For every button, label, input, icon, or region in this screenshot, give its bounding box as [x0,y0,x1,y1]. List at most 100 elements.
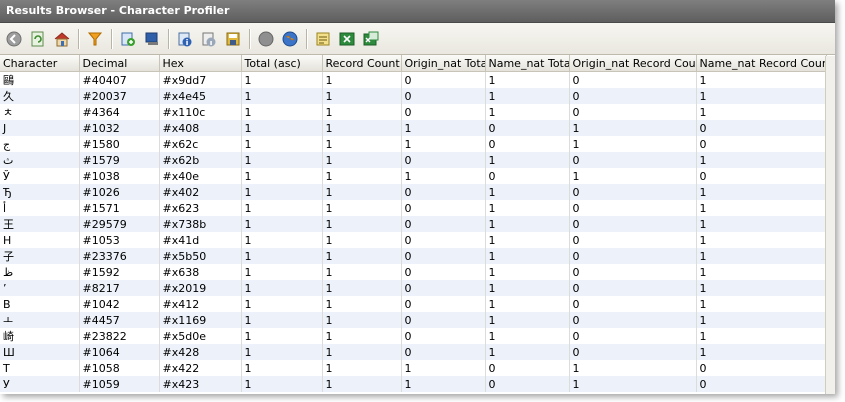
character-cell: Ђ [0,184,80,200]
origin-nat-total-cell: 1 [401,136,486,152]
origin-nat-total-cell: 0 [401,232,486,248]
vertical-scrollbar[interactable] [825,56,835,394]
character-cell: أ [0,200,80,216]
table-row[interactable]: Т #1058 #x422 1 1 1 0 1 0 [0,360,827,376]
notes-icon[interactable] [313,29,333,49]
name-nat-total-cell: 1 [485,88,570,104]
stop-icon[interactable] [256,29,276,49]
origin-nat-total-cell: 0 [401,71,486,88]
total-cell: 1 [241,88,323,104]
origin-nat-total-cell: 1 [401,120,486,136]
character-cell: В [0,296,80,312]
origin-nat-total-cell: 0 [401,184,486,200]
column-header-hex[interactable]: Hex [159,55,242,72]
total-cell: 1 [241,184,323,200]
table-row[interactable]: Н #1053 #x41d 1 1 0 1 0 1 [0,232,827,248]
hex-cell: #x1169 [159,312,242,328]
decimal-cell: #23376 [79,248,160,264]
name-nat-record-count-cell: 1 [696,152,827,168]
character-cell: ’ [0,280,80,296]
table-row[interactable]: 鷗 #40407 #x9dd7 1 1 0 1 0 1 [0,71,827,88]
table-row[interactable]: ’ #8217 #x2019 1 1 0 1 0 1 [0,280,827,296]
column-header-name-nat-total[interactable]: Name_nat Total [485,55,570,72]
toolbar-separator [168,28,170,49]
total-cell: 1 [241,152,323,168]
name-nat-record-count-cell: 1 [696,88,827,104]
decimal-cell: #1042 [79,296,160,312]
name-nat-record-count-cell: 1 [696,216,827,232]
total-cell: 1 [241,248,323,264]
decimal-cell: #1038 [79,168,160,184]
table-row[interactable]: أ #1571 #x623 1 1 0 1 0 1 [0,200,827,216]
name-nat-record-count-cell: 1 [696,184,827,200]
total-cell: 1 [241,344,323,360]
record-count-cell: 1 [322,184,402,200]
export-icon[interactable] [142,29,162,49]
record-count-cell: 1 [322,71,402,88]
table-row[interactable]: ج #1580 #x62c 1 1 1 0 1 0 [0,136,827,152]
table-row[interactable]: 王 #29579 #x738b 1 1 0 1 0 1 [0,216,827,232]
column-header-decimal[interactable]: Decimal [79,55,160,72]
record-count-cell: 1 [322,360,402,376]
filter-icon[interactable] [85,29,105,49]
column-header-origin-nat-record-count[interactable]: Origin_nat Record Count [569,55,697,72]
table-row[interactable]: ظ #1592 #x638 1 1 0 1 0 1 [0,264,827,280]
record-count-cell: 1 [322,328,402,344]
record-count-cell: 1 [322,376,402,392]
table-row[interactable]: В #1042 #x412 1 1 0 1 0 1 [0,296,827,312]
record-count-cell: 1 [322,152,402,168]
name-nat-record-count-cell: 1 [696,264,827,280]
table-row[interactable]: У #1059 #x423 1 1 1 0 1 0 [0,376,827,392]
refresh-icon[interactable] [28,29,48,49]
toolbar-separator [111,28,113,49]
info-settings-icon[interactable] [199,29,219,49]
record-count-cell: 1 [322,120,402,136]
table-row[interactable]: 久 #20037 #x4e45 1 1 0 1 0 1 [0,88,827,104]
hex-cell: #x422 [159,360,242,376]
record-count-cell: 1 [322,200,402,216]
hex-cell: #x2019 [159,280,242,296]
table-row[interactable]: 崎 #23822 #x5d0e 1 1 0 1 0 1 [0,328,827,344]
window-title: Results Browser - Character Profiler [0,0,835,23]
table-row[interactable]: ث #1579 #x62b 1 1 0 1 0 1 [0,152,827,168]
origin-nat-record-count-cell: 0 [569,328,697,344]
hex-cell: #x110c [159,104,242,120]
table-row[interactable]: Ў #1038 #x40e 1 1 1 0 1 0 [0,168,827,184]
total-cell: 1 [241,200,323,216]
back-icon[interactable] [4,29,24,49]
globe-icon[interactable] [280,29,300,49]
name-nat-record-count-cell: 1 [696,344,827,360]
decimal-cell: #1059 [79,376,160,392]
hex-cell: #x623 [159,200,242,216]
decimal-cell: #1064 [79,344,160,360]
name-nat-record-count-cell: 0 [696,120,827,136]
name-nat-record-count-cell: 1 [696,232,827,248]
table-row[interactable]: 子 #23376 #x5b50 1 1 0 1 0 1 [0,248,827,264]
column-header-name-nat-record-count[interactable]: Name_nat Record Count [696,55,827,72]
character-cell: Ў [0,168,80,184]
results-table: Character Decimal Hex Total (asc) Record… [0,55,827,392]
table-row[interactable]: ㅗ #4457 #x1169 1 1 0 1 0 1 [0,312,827,328]
hex-cell: #x62c [159,136,242,152]
origin-nat-record-count-cell: 0 [569,200,697,216]
table-row[interactable]: Ј #1032 #x408 1 1 1 0 1 0 [0,120,827,136]
table-row[interactable]: Ш #1064 #x428 1 1 0 1 0 1 [0,344,827,360]
table-header: Character Decimal Hex Total (asc) Record… [0,55,827,72]
column-header-character[interactable]: Character [0,55,80,72]
column-header-origin-nat-total[interactable]: Origin_nat Total [401,55,486,72]
origin-nat-record-count-cell: 0 [569,248,697,264]
table-row[interactable]: ㅊ #4364 #x110c 1 1 0 1 0 1 [0,104,827,120]
column-header-record-count[interactable]: Record Count [322,55,402,72]
excel-export-icon[interactable] [361,29,381,49]
column-header-total[interactable]: Total (asc) [241,55,323,72]
table-row[interactable]: Ђ #1026 #x402 1 1 0 1 0 1 [0,184,827,200]
decimal-cell: #1579 [79,152,160,168]
save-icon[interactable] [223,29,243,49]
home-icon[interactable] [52,29,72,49]
info-icon[interactable] [175,29,195,49]
add-database-icon[interactable] [118,29,138,49]
origin-nat-total-cell: 1 [401,168,486,184]
record-count-cell: 1 [322,344,402,360]
name-nat-total-cell: 1 [485,248,570,264]
excel-icon[interactable] [337,29,357,49]
